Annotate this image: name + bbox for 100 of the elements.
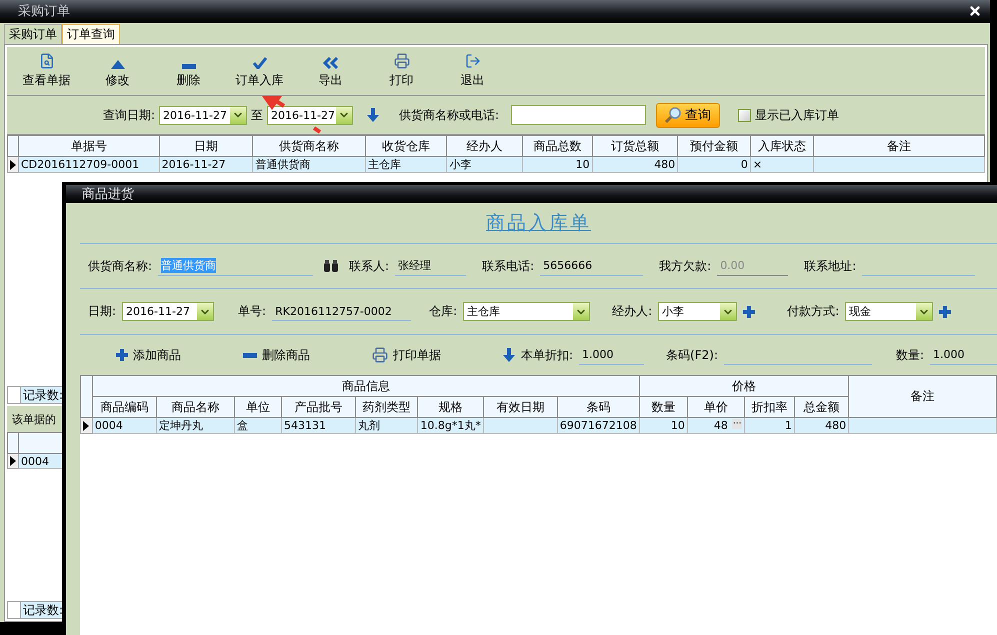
table-cell: CD2016112709-0001 bbox=[18, 156, 160, 172]
handler-dropdown[interactable]: 小李 bbox=[658, 302, 738, 321]
input-field[interactable]: 1.000 bbox=[579, 346, 644, 364]
toolbar-button[interactable]: 打印 bbox=[366, 47, 437, 95]
window-title: 采购订单 bbox=[18, 3, 70, 20]
column-header[interactable]: 备注 bbox=[848, 376, 996, 418]
table-cell: 0004 bbox=[92, 418, 157, 434]
toolbar-button[interactable]: 导出 bbox=[295, 47, 366, 95]
warehouse-dropdown[interactable]: 主仓库 bbox=[463, 302, 590, 321]
column-header[interactable]: 订货总额 bbox=[592, 136, 678, 156]
column-header[interactable]: 数量 bbox=[639, 396, 688, 418]
table-cell: 定坤丹丸 bbox=[156, 418, 234, 434]
column-header[interactable]: 经办人 bbox=[446, 136, 522, 156]
input-field[interactable]: 张经理 bbox=[395, 256, 466, 276]
plus-icon bbox=[939, 306, 952, 318]
table-cell: 480 bbox=[592, 156, 678, 172]
tab[interactable]: 订单查询 bbox=[62, 24, 120, 44]
column-header[interactable]: 供货商名称 bbox=[252, 136, 366, 156]
payment-dropdown[interactable]: 现金 bbox=[845, 302, 934, 321]
toolbar-button[interactable]: 修改 bbox=[82, 47, 153, 95]
field-label: 付款方式: bbox=[787, 303, 840, 320]
column-header[interactable]: 商品编码 bbox=[92, 396, 157, 418]
input-field[interactable]: RK2016112757-0002 bbox=[272, 302, 412, 321]
field-label: 仓库: bbox=[429, 303, 458, 320]
action-button[interactable]: 打印单据 bbox=[372, 346, 441, 364]
printer-icon bbox=[372, 347, 388, 363]
search-field[interactable] bbox=[511, 105, 646, 125]
field-label: 数量: bbox=[896, 346, 924, 364]
plus-icon bbox=[116, 349, 128, 361]
column-header[interactable]: 折扣率 bbox=[744, 396, 794, 418]
date-picker[interactable]: 2016-11-27 bbox=[267, 106, 354, 124]
input-field[interactable]: 5656666 bbox=[540, 256, 644, 276]
document-search-icon bbox=[38, 53, 54, 69]
table-cell: 普通供货商 bbox=[252, 156, 366, 172]
to-label: 至 bbox=[251, 106, 264, 124]
column-header[interactable]: 日期 bbox=[159, 136, 253, 156]
column-header[interactable]: 单据号 bbox=[18, 136, 160, 156]
column-header[interactable]: 产品批号 bbox=[282, 396, 356, 418]
toolbar-button[interactable]: 订单入库 bbox=[224, 47, 295, 95]
column-header[interactable]: 预付金额 bbox=[678, 136, 750, 156]
table-cell: 2016-11-27 bbox=[159, 156, 253, 172]
toolbar-button[interactable]: 删除 bbox=[153, 47, 224, 95]
field-label: 联系地址: bbox=[804, 258, 856, 274]
binoculars-icon[interactable] bbox=[323, 260, 340, 272]
date-picker[interactable]: 2016-11-27 bbox=[122, 302, 214, 321]
checkbox[interactable] bbox=[738, 108, 752, 122]
column-header[interactable]: 入库状态 bbox=[750, 136, 814, 156]
column-header[interactable]: 药剂类型 bbox=[355, 396, 418, 418]
down-arrow-icon bbox=[367, 108, 380, 122]
table-cell: 主仓库 bbox=[365, 156, 447, 172]
close-icon[interactable] bbox=[968, 4, 982, 18]
column-header[interactable]: 商品名称 bbox=[156, 396, 234, 418]
group-header: 价格 bbox=[639, 376, 849, 396]
column-header[interactable]: 收货仓库 bbox=[365, 136, 447, 156]
date-picker[interactable]: 2016-11-27 bbox=[159, 106, 248, 124]
table-cell: 0 bbox=[678, 156, 750, 172]
minus-icon bbox=[243, 352, 257, 358]
date-label: 查询日期: bbox=[103, 106, 156, 124]
minus-icon bbox=[182, 64, 196, 69]
group-header: 商品信息 bbox=[92, 376, 640, 396]
field-label: 日期: bbox=[88, 303, 116, 320]
toolbar-button[interactable]: 查看单据 bbox=[11, 47, 82, 95]
field-label: 单号: bbox=[238, 303, 266, 320]
printer-icon bbox=[394, 53, 410, 69]
exit-icon bbox=[464, 53, 480, 69]
column-header[interactable]: 有效日期 bbox=[483, 396, 558, 418]
search-icon bbox=[665, 107, 682, 123]
table-cell: 丸剂 bbox=[355, 418, 418, 434]
dialog-title: 商品进货 bbox=[82, 186, 134, 203]
table-cell: ··· 48 bbox=[687, 418, 745, 434]
column-header[interactable]: 商品总数 bbox=[522, 136, 592, 156]
table-cell: 盒 bbox=[234, 418, 282, 434]
query-button[interactable]: 查询 bbox=[656, 102, 720, 128]
plus-icon bbox=[743, 306, 756, 318]
action-button[interactable]: 添加商品 bbox=[116, 346, 181, 364]
field-label: 条码(F2): bbox=[666, 346, 718, 364]
checkbox-label: 显示已入库订单 bbox=[755, 106, 840, 124]
table-cell: 10.8g*1丸* bbox=[418, 418, 484, 434]
field-label: 本单折扣: bbox=[521, 346, 574, 364]
toolbar-button[interactable]: 退出 bbox=[437, 47, 508, 95]
ellipsis-button[interactable]: ··· bbox=[732, 419, 742, 429]
field-label: 经办人: bbox=[612, 303, 652, 320]
down-arrow-icon bbox=[503, 348, 515, 362]
double-chevron-left-icon bbox=[322, 57, 338, 69]
input-field[interactable]: 1.000 bbox=[930, 346, 997, 364]
action-button[interactable]: 删除商品 bbox=[243, 346, 310, 364]
table-cell: 10 bbox=[522, 156, 592, 172]
table-cell: 69071672108 bbox=[557, 418, 640, 434]
triangle-up-icon bbox=[110, 60, 124, 69]
column-header[interactable]: 总金额 bbox=[794, 396, 849, 418]
column-header[interactable]: 单价 bbox=[687, 396, 745, 418]
table-cell: 10 bbox=[639, 418, 688, 434]
column-header[interactable]: 备注 bbox=[813, 136, 984, 156]
column-header[interactable]: 条码 bbox=[557, 396, 640, 418]
table-cell: × bbox=[750, 156, 814, 172]
supplier-label: 供货商名称或电话: bbox=[399, 106, 500, 124]
table-cell: 1 bbox=[744, 418, 794, 434]
column-header[interactable]: 规格 bbox=[418, 396, 484, 418]
tab[interactable]: 采购订单 bbox=[4, 24, 62, 44]
column-header[interactable]: 单位 bbox=[234, 396, 282, 418]
